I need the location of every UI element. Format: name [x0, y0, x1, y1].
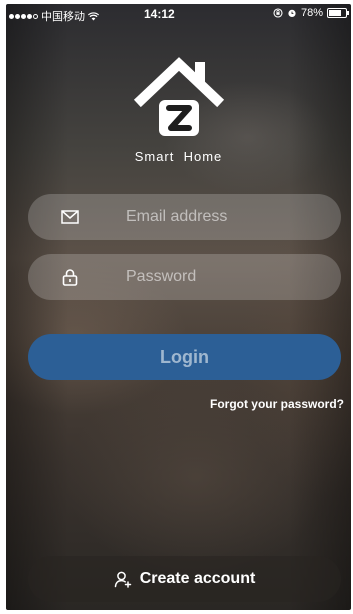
forgot-password-link[interactable]: Forgot your password?: [210, 397, 344, 411]
rotation-lock-icon: [273, 8, 283, 18]
battery-level: [329, 10, 341, 16]
status-right: 78%: [273, 7, 349, 19]
lock-icon: [62, 269, 78, 286]
password-input[interactable]: [126, 254, 326, 300]
wifi-icon: [88, 11, 99, 20]
password-field-container[interactable]: [28, 254, 341, 300]
email-field-container[interactable]: [28, 194, 341, 240]
app-screen: 中国移动 14:12 78% Smart Home Email address …: [6, 4, 351, 610]
create-account-button[interactable]: Create account: [28, 556, 341, 602]
signal-strength-icon: [9, 13, 38, 19]
status-left: 中国移动: [9, 8, 99, 24]
add-user-icon: [114, 571, 131, 588]
carrier-name: 中国移动: [41, 11, 85, 23]
create-account-label: Create account: [139, 570, 256, 587]
smart-home-logo-icon: [133, 57, 225, 136]
app-name: Smart Home: [134, 149, 223, 164]
battery-icon: [327, 8, 349, 18]
alarm-icon: [288, 9, 296, 17]
status-bar: 中国移动 14:12 78%: [6, 4, 351, 24]
battery-percent: 78%: [300, 7, 323, 19]
email-input[interactable]: [126, 194, 326, 240]
envelope-icon: [61, 210, 79, 224]
login-button[interactable]: Login: [28, 334, 341, 380]
status-time: 14:12: [144, 7, 175, 21]
